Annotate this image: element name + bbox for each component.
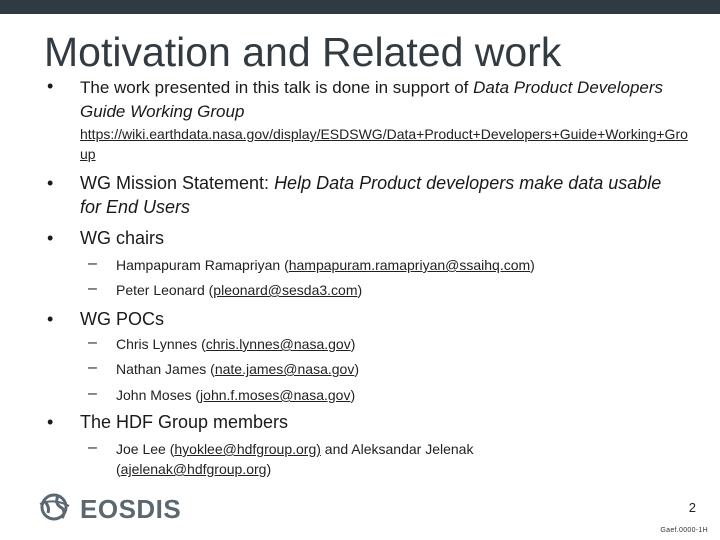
pocs-heading: WG POCs bbox=[80, 309, 164, 329]
bullet-dot: • bbox=[47, 228, 54, 248]
bullet-dot: • bbox=[47, 76, 54, 96]
intro-text: The work presented in this talk is done … bbox=[80, 78, 474, 97]
email-link[interactable]: hyoklee@hdfgroup.org) bbox=[174, 441, 321, 457]
poc-item: John Moses (john.f.moses@nasa.gov) bbox=[116, 385, 636, 405]
mission-bullet: WG Mission Statement: Help Data Product … bbox=[80, 171, 680, 219]
email-link[interactable]: pleonard@sesda3.com bbox=[213, 282, 357, 298]
chair-item: Hampapuram Ramapriyan (hampapuram.ramapr… bbox=[116, 255, 636, 275]
globe-icon bbox=[38, 492, 72, 527]
paren: ) bbox=[266, 461, 272, 477]
poc-name: John Moses ( bbox=[116, 387, 201, 403]
hdf-heading: The HDF Group members bbox=[80, 412, 289, 432]
eosdis-logo: EOSDIS bbox=[38, 492, 182, 527]
slide-title: Motivation and Related work bbox=[44, 29, 562, 75]
dash-marker: – bbox=[88, 255, 97, 272]
paren: ) bbox=[354, 361, 360, 377]
hdf-item: Joe Lee (hyoklee@hdfgroup.org) and Aleks… bbox=[116, 439, 556, 479]
email-link[interactable]: ajelenak@hdfgroup.org bbox=[121, 461, 267, 477]
dash-marker: – bbox=[88, 334, 97, 351]
chair-item: Peter Leonard (pleonard@sesda3.com) bbox=[116, 280, 636, 300]
bullet-dot: • bbox=[47, 309, 54, 329]
paren: ) bbox=[530, 257, 535, 273]
page-number: 2 bbox=[688, 500, 696, 515]
paren: ) bbox=[350, 336, 356, 352]
email-link[interactable]: chris.lynnes@nasa.gov bbox=[206, 336, 351, 352]
dash-marker: – bbox=[88, 385, 97, 402]
dash-marker: – bbox=[88, 280, 97, 297]
email-link[interactable]: john.f.moses@nasa.gov bbox=[200, 387, 350, 403]
mission-label: WG Mission Statement: bbox=[80, 173, 275, 193]
chair-name: Hampapuram Ramapriyan ( bbox=[116, 257, 289, 273]
poc-item: Chris Lynnes (chris.lynnes@nasa.gov) bbox=[116, 334, 636, 354]
top-bar bbox=[0, 0, 720, 14]
email-link[interactable]: hampapuram.ramapriyan@ssaihq.com bbox=[289, 257, 530, 273]
bullet-dot: • bbox=[47, 412, 54, 432]
email-link[interactable]: nate.james@nasa.gov bbox=[215, 361, 355, 377]
dash-marker: – bbox=[88, 439, 97, 456]
paren: ) bbox=[350, 387, 356, 403]
logo-text: EOSDIS bbox=[80, 493, 182, 524]
poc-name: Chris Lynnes ( bbox=[116, 336, 206, 352]
intro-bullet: The work presented in this talk is done … bbox=[80, 76, 690, 124]
chairs-heading: WG chairs bbox=[80, 228, 165, 248]
poc-item: Nathan James (nate.james@nasa.gov) bbox=[116, 359, 636, 379]
poc-name: Nathan James ( bbox=[116, 361, 215, 377]
chair-name: Peter Leonard ( bbox=[116, 282, 214, 298]
working-group-link[interactable]: https://wiki.earthdata.nasa.gov/display/… bbox=[80, 124, 690, 164]
bullet-dot: • bbox=[47, 173, 54, 193]
dash-marker: – bbox=[88, 359, 97, 376]
hdf-name: Joe Lee ( bbox=[116, 441, 175, 457]
footer-code: Gaef.0000-1H bbox=[660, 527, 708, 534]
paren: ) bbox=[357, 282, 363, 298]
